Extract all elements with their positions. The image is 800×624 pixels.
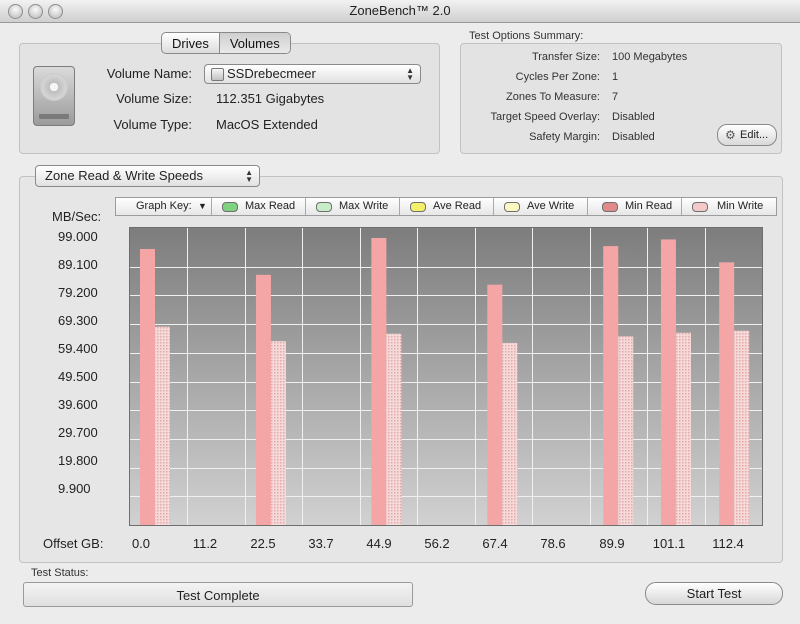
- option-label: Target Speed Overlay:: [490, 111, 600, 123]
- key-item-max-read: Max Read: [212, 198, 306, 215]
- key-item-min-read: Min Read: [588, 198, 682, 215]
- y-tick-label: 9.900: [58, 481, 91, 496]
- y-tick-label: 79.200: [58, 285, 98, 300]
- test-status-field: Test Complete: [23, 582, 413, 607]
- legend-swatch: [410, 202, 426, 212]
- graph-key: Graph Key: ▼ Max Read Max Write Ave Read…: [115, 197, 777, 216]
- test-status-label: Test Status:: [31, 567, 89, 579]
- option-value: 100 Megabytes: [612, 51, 688, 63]
- bar-min-write: [386, 333, 402, 525]
- graph-key-label: Graph Key:: [136, 200, 192, 212]
- legend-swatch: [316, 202, 332, 212]
- x-tick-label: 78.6: [540, 536, 566, 551]
- bar-min-read: [371, 238, 387, 525]
- source-segmented-control[interactable]: Drives Volumes: [161, 32, 291, 54]
- y-tick-label: 59.400: [58, 341, 98, 356]
- y-tick-label: 99.000: [58, 229, 98, 244]
- legend-swatch: [602, 202, 618, 212]
- x-unit-label: Offset GB:: [43, 536, 104, 551]
- legend-label: Max Write: [339, 200, 389, 212]
- x-tick-label: 0.0: [131, 536, 151, 551]
- graph-type-popup[interactable]: Zone Read & Write Speeds ▲ ▼: [35, 165, 260, 187]
- x-tick-label: 11.2: [192, 536, 218, 551]
- legend-swatch: [222, 202, 238, 212]
- bar-min-write: [270, 341, 286, 525]
- y-unit-label: MB/Sec:: [52, 209, 102, 224]
- option-label: Transfer Size:: [531, 51, 600, 63]
- bar-min-read: [140, 249, 155, 525]
- legend-label: Ave Read: [433, 200, 482, 212]
- graph-key-menu[interactable]: Graph Key: ▼: [116, 198, 212, 215]
- option-value: 1: [612, 71, 619, 83]
- edit-options-button[interactable]: ⚙ Edit...: [717, 124, 777, 146]
- volume-name-label: Volume Name:: [106, 66, 192, 81]
- start-test-button[interactable]: Start Test: [645, 582, 783, 605]
- edit-options-label: Edit...: [740, 129, 769, 141]
- volume-name-value: SSDrebecmeer: [227, 66, 316, 81]
- test-options-heading: Test Options Summary:: [469, 30, 584, 42]
- chart-svg: [130, 228, 762, 525]
- key-item-min-write: Min Write: [682, 198, 776, 215]
- volume-type-label: Volume Type:: [113, 117, 192, 132]
- legend-swatch: [692, 202, 708, 212]
- tab-volumes[interactable]: Volumes: [218, 33, 290, 53]
- x-tick-label: 33.7: [308, 536, 334, 551]
- volume-disk-icon: [211, 68, 224, 81]
- graph-type-value: Zone Read & Write Speeds: [45, 168, 204, 183]
- x-tick-label: 22.5: [250, 536, 276, 551]
- y-tick-label: 69.300: [58, 313, 98, 328]
- bar-min-write: [618, 336, 634, 525]
- x-tick-label: 67.4: [482, 536, 508, 551]
- chevron-down-icon: ▼: [198, 201, 207, 211]
- bar-min-write: [734, 330, 750, 525]
- bar-min-write: [155, 326, 170, 525]
- x-tick-label: 89.9: [599, 536, 625, 551]
- hard-drive-icon: [33, 66, 75, 126]
- legend-label: Min Write: [717, 200, 764, 212]
- y-tick-label: 29.700: [58, 425, 98, 440]
- legend-label: Min Read: [625, 200, 673, 212]
- x-tick-label: 44.9: [366, 536, 392, 551]
- x-tick-label: 56.2: [424, 536, 450, 551]
- legend-label: Ave Write: [527, 200, 575, 212]
- title-bar: ZoneBench™ 2.0: [0, 0, 800, 23]
- bar-min-read: [487, 284, 503, 525]
- key-item-ave-read: Ave Read: [400, 198, 494, 215]
- volume-size-label: Volume Size:: [116, 91, 192, 106]
- y-tick-label: 39.600: [58, 397, 98, 412]
- popup-arrows-icon: ▲ ▼: [245, 168, 253, 184]
- volume-size-value: 112.351 Gigabytes: [216, 91, 325, 106]
- bar-min-read: [660, 239, 676, 525]
- volume-name-popup[interactable]: SSDrebecmeer ▲ ▼: [204, 64, 421, 84]
- bar-min-write: [675, 332, 691, 525]
- tab-drives[interactable]: Drives: [162, 33, 219, 53]
- y-tick-label: 89.100: [58, 257, 98, 272]
- key-item-ave-write: Ave Write: [494, 198, 588, 215]
- option-value: 7: [612, 91, 619, 103]
- option-label: Safety Margin:: [529, 131, 600, 143]
- option-label: Cycles Per Zone:: [515, 71, 600, 83]
- x-tick-label: 112.4: [712, 536, 744, 551]
- option-value: Disabled: [612, 131, 655, 143]
- bar-min-read: [603, 246, 619, 525]
- option-value: Disabled: [612, 111, 655, 123]
- gear-icon: ⚙: [725, 128, 736, 142]
- volume-type-value: MacOS Extended: [216, 117, 318, 132]
- key-item-max-write: Max Write: [306, 198, 400, 215]
- bar-min-read: [719, 262, 735, 525]
- y-tick-label: 19.800: [58, 453, 98, 468]
- legend-label: Max Read: [245, 200, 296, 212]
- popup-arrows-icon: ▲ ▼: [406, 66, 414, 82]
- chart-plot-area: [129, 227, 763, 526]
- y-tick-label: 49.500: [58, 369, 98, 384]
- legend-swatch: [504, 202, 520, 212]
- x-tick-label: 101.1: [652, 536, 686, 551]
- bar-min-read: [255, 274, 271, 525]
- window-title: ZoneBench™ 2.0: [349, 3, 451, 18]
- bar-min-write: [502, 342, 518, 525]
- option-label: Zones To Measure:: [506, 91, 600, 103]
